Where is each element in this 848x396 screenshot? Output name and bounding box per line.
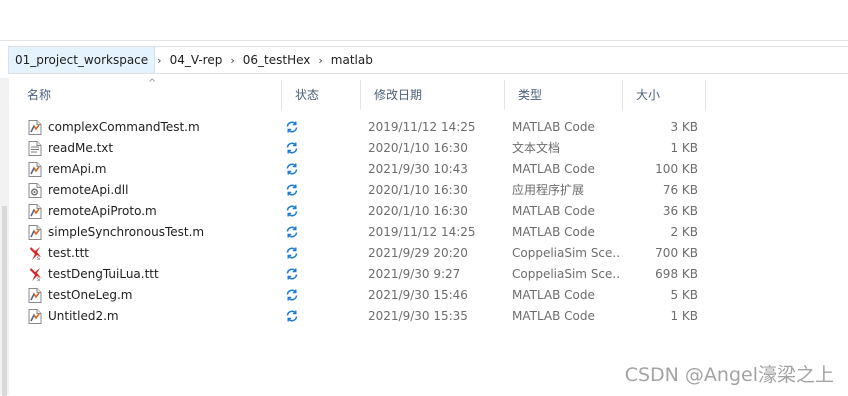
sync-status-icon <box>285 309 301 325</box>
sync-status-icon <box>285 183 301 199</box>
file-size: 3 KB <box>670 120 698 134</box>
file-name[interactable]: Untitled2.m <box>48 306 288 327</box>
file-date: 2019/11/12 14:25 <box>368 120 476 134</box>
matlab-file-icon <box>28 162 42 177</box>
file-size: 1 KB <box>670 141 698 155</box>
file-date: 2020/1/10 16:30 <box>368 204 468 218</box>
breadcrumb-item-matlab[interactable]: matlab <box>325 47 379 73</box>
file-row[interactable]: readMe.txt 2020/1/10 16:30 文本文档 1 KB <box>14 138 714 159</box>
file-type: 应用程序扩展 <box>512 183 585 197</box>
file-size: 76 KB <box>662 183 698 197</box>
file-size: 698 KB <box>655 267 698 281</box>
file-name[interactable]: readMe.txt <box>48 138 288 159</box>
file-row[interactable]: testOneLeg.m 2021/9/30 15:46 MATLAB Code 5 … <box>14 285 714 306</box>
sync-status-icon <box>285 204 301 220</box>
file-type: MATLAB Code <box>512 225 595 239</box>
matlab-file-icon <box>28 225 42 240</box>
file-name[interactable]: testDengTuiLua.ttt <box>48 264 288 285</box>
file-size: 700 KB <box>655 246 698 260</box>
file-row[interactable]: s test.ttt 2021/9/29 20:20 CoppeliaSim Sce.… <box>14 243 714 264</box>
file-date: 2021/9/29 20:20 <box>368 246 468 260</box>
file-type: CoppeliaSim Sce... <box>512 246 620 260</box>
file-row[interactable]: simpleSynchronousTest.m 2019/11/12 14:25 M… <box>14 222 714 243</box>
matlab-file-icon <box>28 204 42 219</box>
sync-status-icon <box>285 246 301 262</box>
file-name[interactable]: testOneLeg.m <box>48 285 288 306</box>
file-type: 文本文档 <box>512 141 561 155</box>
breadcrumb-item-workspace[interactable]: 01_project_workspace <box>9 47 156 73</box>
file-size: 1 KB <box>670 309 698 323</box>
file-row[interactable]: remApi.m 2021/9/30 10:43 MATLAB Code 100 KB <box>14 159 714 180</box>
file-type: MATLAB Code <box>512 309 595 323</box>
file-row[interactable]: remoteApiProto.m 2020/1/10 16:30 MATLAB Co… <box>14 201 714 222</box>
chevron-right-icon[interactable]: › <box>228 54 236 67</box>
file-name[interactable]: remoteApi.dll <box>48 180 288 201</box>
breadcrumb-item-testhex[interactable]: 06_testHex <box>237 47 317 73</box>
svg-text:s: s <box>37 277 40 282</box>
file-date: 2021/9/30 9:27 <box>368 267 461 281</box>
coppeliasim-file-icon: s <box>28 267 42 282</box>
column-header-type[interactable]: 类型 <box>505 80 623 110</box>
file-date: 2021/9/30 10:43 <box>368 162 468 176</box>
file-size: 5 KB <box>670 288 698 302</box>
file-list: complexCommandTest.m 2019/11/12 14:25 MATL… <box>14 117 714 327</box>
file-date: 2021/9/30 15:35 <box>368 309 468 323</box>
file-size: 2 KB <box>670 225 698 239</box>
matlab-file-icon <box>28 288 42 303</box>
dll-file-icon <box>28 183 42 198</box>
column-header-date[interactable]: 修改日期 <box>361 80 505 110</box>
sync-status-icon <box>285 141 301 157</box>
file-type: MATLAB Code <box>512 162 595 176</box>
text-file-icon <box>28 141 42 156</box>
matlab-file-icon <box>28 120 42 135</box>
file-row[interactable]: s testDengTuiLua.ttt 2021/9/30 9:27 Coppeli… <box>14 264 714 285</box>
file-name[interactable]: remApi.m <box>48 159 288 180</box>
file-type: MATLAB Code <box>512 288 595 302</box>
column-header-name[interactable]: 名称 <box>14 80 282 110</box>
file-date: 2019/11/12 14:25 <box>368 225 476 239</box>
column-header-status[interactable]: 状态 <box>282 80 361 110</box>
file-row[interactable]: complexCommandTest.m 2019/11/12 14:25 MATL… <box>14 117 714 138</box>
file-type: MATLAB Code <box>512 204 595 218</box>
breadcrumb: 01_project_workspace › 04_V-rep › 06_tes… <box>8 46 848 74</box>
sync-status-icon <box>285 225 301 241</box>
file-date: 2020/1/10 16:30 <box>368 141 468 155</box>
coppeliasim-file-icon: s <box>28 246 42 261</box>
svg-text:s: s <box>37 256 40 261</box>
file-date: 2021/9/30 15:46 <box>368 288 468 302</box>
file-size: 100 KB <box>655 162 698 176</box>
file-type: CoppeliaSim Sce... <box>512 267 620 281</box>
file-row[interactable]: remoteApi.dll 2020/1/10 16:30 应用程序扩展 76 KB <box>14 180 714 201</box>
file-name[interactable]: simpleSynchronousTest.m <box>48 222 288 243</box>
scrollbar-thumb[interactable] <box>2 206 7 396</box>
toolbar-area <box>0 0 848 41</box>
sync-status-icon <box>285 267 301 283</box>
file-size: 36 KB <box>662 204 698 218</box>
file-name[interactable]: complexCommandTest.m <box>48 117 288 138</box>
file-type: MATLAB Code <box>512 120 595 134</box>
matlab-file-icon <box>28 309 42 324</box>
file-name[interactable]: remoteApiProto.m <box>48 201 288 222</box>
column-header-row: ^ 名称 状态 修改日期 类型 大小 <box>14 79 714 110</box>
sync-status-icon <box>285 162 301 178</box>
navigation-pane-scrollbar[interactable] <box>0 78 9 396</box>
file-date: 2020/1/10 16:30 <box>368 183 468 197</box>
sync-status-icon <box>285 288 301 304</box>
watermark: CSDN @Angel濠梁之上 <box>624 364 834 386</box>
sync-status-icon <box>285 120 301 136</box>
file-name[interactable]: test.ttt <box>48 243 288 264</box>
file-row[interactable]: Untitled2.m 2021/9/30 15:35 MATLAB Code 1 K… <box>14 306 714 327</box>
column-header-size[interactable]: 大小 <box>623 80 706 110</box>
breadcrumb-item-vrep[interactable]: 04_V-rep <box>164 47 229 73</box>
chevron-right-icon[interactable]: › <box>316 54 324 67</box>
chevron-right-icon[interactable]: › <box>155 54 163 67</box>
